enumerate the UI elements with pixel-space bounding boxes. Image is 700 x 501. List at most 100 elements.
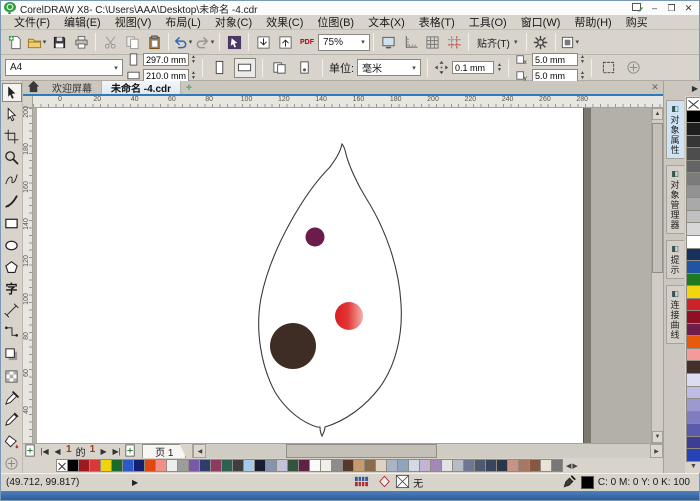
menu-item[interactable]: 购买: [619, 14, 655, 30]
color-swatch[interactable]: [686, 436, 700, 450]
zoom-tool[interactable]: [2, 149, 22, 168]
ellipse-tool[interactable]: [2, 236, 22, 255]
export-button[interactable]: [274, 32, 296, 53]
color-swatch[interactable]: [686, 135, 700, 149]
page-width-input[interactable]: [143, 53, 189, 66]
color-swatch[interactable]: [686, 248, 700, 262]
add-page-end-button[interactable]: [123, 444, 138, 458]
new-tab-button[interactable]: +: [181, 81, 197, 94]
vertical-scroll-thumb[interactable]: [652, 123, 663, 273]
home-button[interactable]: [23, 81, 43, 94]
close-button[interactable]: ✕: [680, 2, 697, 15]
rectangle-tool[interactable]: [2, 214, 22, 233]
redo-button[interactable]: ▾: [194, 32, 216, 53]
undo-button[interactable]: ▾: [172, 32, 194, 53]
scroll-down-button[interactable]: ▼: [652, 431, 663, 443]
outline-pen-tool[interactable]: [2, 410, 22, 429]
first-page-button[interactable]: |◀: [38, 444, 51, 458]
fill-status[interactable]: 无: [377, 474, 423, 492]
width-stepper[interactable]: ▲▼: [191, 55, 196, 65]
menu-item[interactable]: 效果(C): [259, 14, 310, 30]
color-swatch[interactable]: [686, 273, 700, 287]
color-swatch[interactable]: [686, 335, 700, 349]
vertical-scroll-track[interactable]: [652, 120, 663, 431]
no-color-swatch[interactable]: [686, 97, 700, 111]
open-button[interactable]: ▾: [26, 32, 48, 53]
paste-button[interactable]: [143, 32, 165, 53]
new-document-button[interactable]: [4, 32, 26, 53]
menu-item[interactable]: 编辑(E): [57, 14, 108, 30]
color-swatch[interactable]: [686, 373, 700, 387]
menu-item[interactable]: 文本(X): [361, 14, 412, 30]
color-swatch[interactable]: [686, 147, 700, 161]
docker-expand-button[interactable]: ▶: [692, 84, 698, 93]
vertical-scrollbar[interactable]: ▲ ▼: [651, 108, 663, 443]
leaf-outline[interactable]: [259, 144, 402, 436]
scroll-left-button[interactable]: ◀: [193, 444, 206, 458]
save-button[interactable]: [48, 32, 70, 53]
horizontal-scroll-track[interactable]: [206, 444, 650, 458]
all-pages-button[interactable]: [269, 58, 291, 78]
close-document-button[interactable]: ✕: [647, 81, 663, 94]
artistic-media-tool[interactable]: [2, 192, 22, 211]
landscape-button[interactable]: [234, 58, 256, 78]
units-select[interactable]: 毫米▾: [357, 59, 421, 76]
cut-button[interactable]: [99, 32, 121, 53]
page-size-select[interactable]: A4▾: [5, 59, 123, 76]
page-1-tab[interactable]: 页 1: [142, 444, 186, 458]
color-swatch[interactable]: [686, 172, 700, 186]
height-stepper[interactable]: ▲▼: [191, 71, 196, 81]
property-bar-options-button[interactable]: [623, 58, 645, 78]
brown-circle[interactable]: [270, 323, 316, 369]
portrait-button[interactable]: [209, 58, 231, 78]
show-grid-button[interactable]: [421, 32, 443, 53]
treat-as-filled-button[interactable]: [598, 58, 620, 78]
menu-item[interactable]: 视图(V): [108, 14, 159, 30]
color-swatch[interactable]: [686, 448, 700, 462]
outline-status[interactable]: C: 0 M: 0 Y: 0 K: 100: [562, 474, 694, 492]
minimize-button[interactable]: –: [646, 2, 663, 15]
color-swatch[interactable]: [686, 235, 700, 249]
color-swatch[interactable]: [686, 310, 700, 324]
add-page-start-button[interactable]: [23, 444, 38, 458]
crop-tool[interactable]: [2, 127, 22, 146]
shape-tool[interactable]: [2, 105, 22, 124]
tab-welcome-screen[interactable]: 欢迎屏幕: [43, 81, 102, 94]
palette-scroll-left-button[interactable]: ◀: [566, 462, 571, 470]
add-tools-button[interactable]: [2, 454, 22, 473]
fullscreen-preview-button[interactable]: [377, 32, 399, 53]
color-swatch[interactable]: [686, 222, 700, 236]
pick-tool[interactable]: [2, 83, 22, 102]
dimension-tool[interactable]: [2, 301, 22, 320]
palette-scroll-right-button[interactable]: ▶: [572, 462, 577, 470]
tab-document[interactable]: 未命名 -4.cdr: [102, 81, 181, 94]
current-page-button[interactable]: [294, 58, 316, 78]
transparency-tool[interactable]: [2, 367, 22, 386]
drawing-canvas[interactable]: [33, 108, 651, 443]
color-swatch[interactable]: [686, 423, 700, 437]
print-button[interactable]: [70, 32, 92, 53]
color-swatch[interactable]: [686, 160, 700, 174]
menu-item[interactable]: 位图(B): [310, 14, 361, 30]
menu-item[interactable]: 布局(L): [158, 14, 207, 30]
color-swatch[interactable]: [686, 348, 700, 362]
publish-pdf-button[interactable]: PDF: [296, 32, 318, 53]
polygon-tool[interactable]: [2, 258, 22, 277]
color-swatch[interactable]: [686, 210, 700, 224]
import-button[interactable]: [252, 32, 274, 53]
menu-item[interactable]: 对象(C): [208, 14, 259, 30]
purple-circle[interactable]: [306, 228, 325, 247]
eyedropper-tool[interactable]: [2, 389, 22, 408]
horizontal-scrollbar[interactable]: ◀ ▶: [192, 444, 663, 458]
status-expand-arrow-icon[interactable]: ▶: [132, 478, 138, 487]
copy-button[interactable]: [121, 32, 143, 53]
connector-tool[interactable]: [2, 323, 22, 342]
menu-item[interactable]: 帮助(H): [567, 14, 618, 30]
duplicate-y-stepper[interactable]: ▲▼: [580, 71, 585, 81]
search-content-button[interactable]: [223, 32, 245, 53]
menu-item[interactable]: 窗口(W): [514, 14, 568, 30]
drop-shadow-tool[interactable]: [2, 345, 22, 364]
show-guidelines-button[interactable]: [443, 32, 465, 53]
color-swatch[interactable]: [686, 110, 700, 124]
color-swatch[interactable]: [686, 197, 700, 211]
